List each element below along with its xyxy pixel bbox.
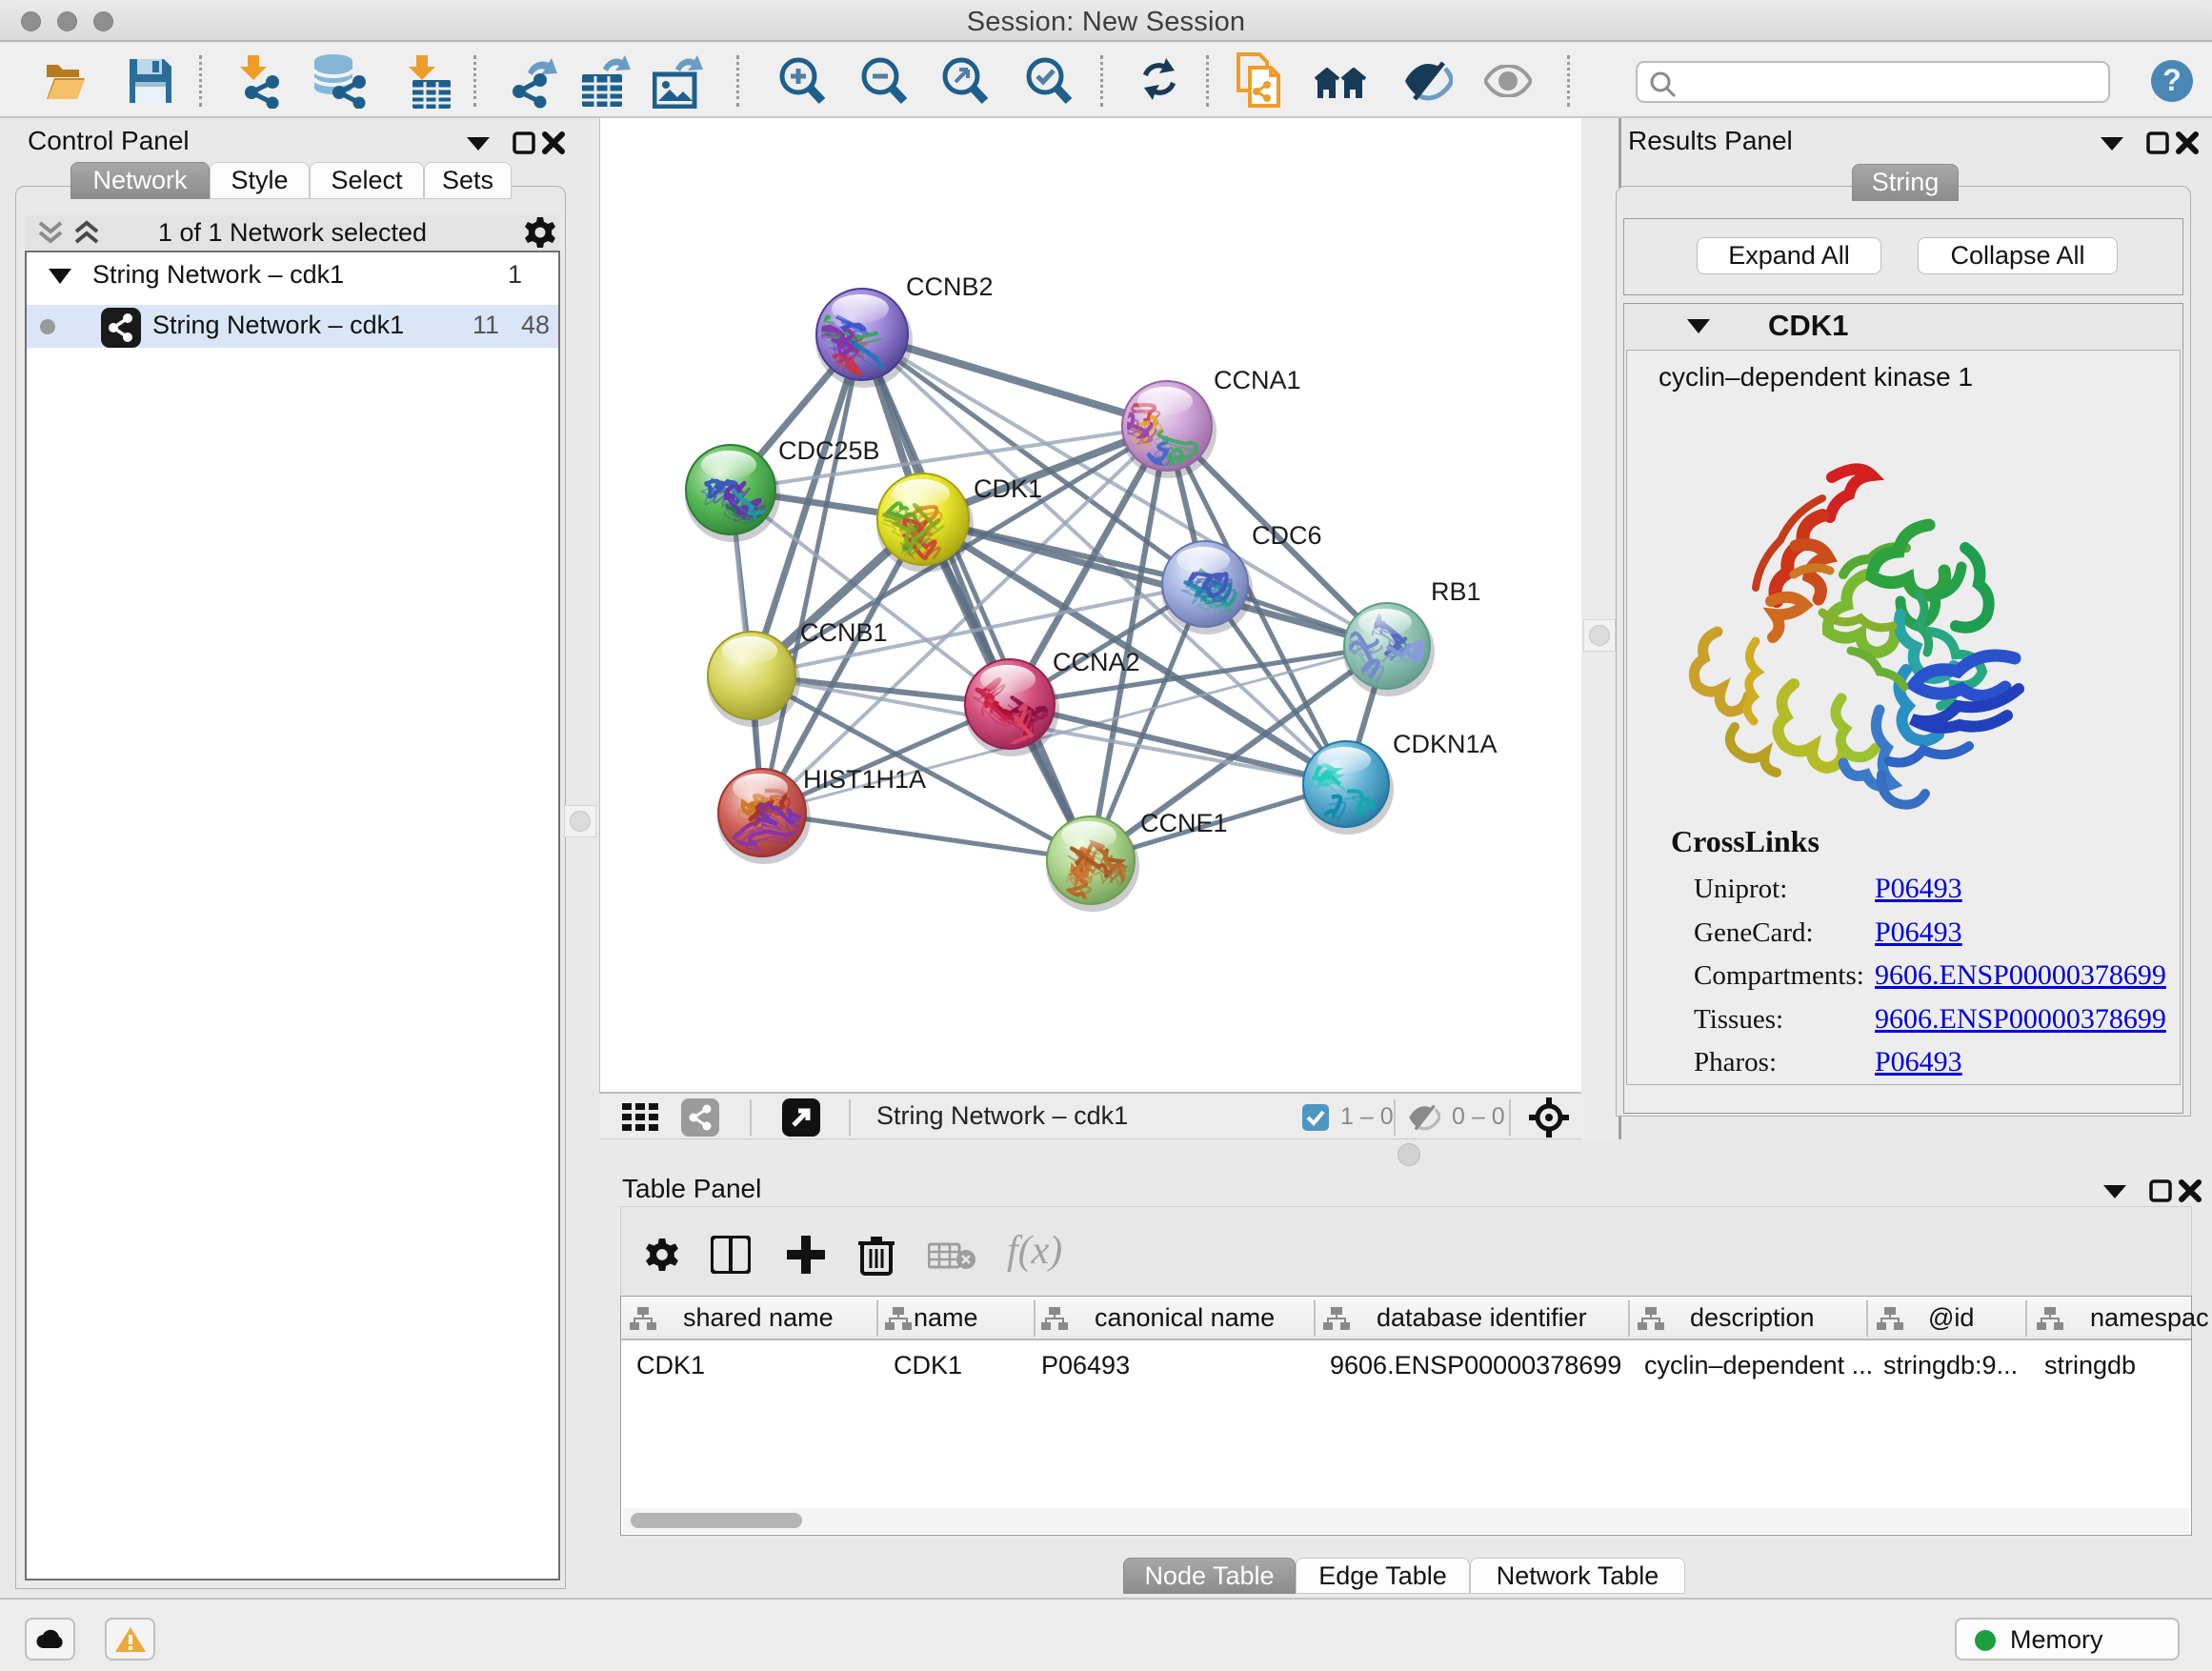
svg-text:CDC25B: CDC25B xyxy=(778,436,880,465)
svg-text:CDK1: CDK1 xyxy=(974,474,1042,503)
svg-text:HIST1H1A: HIST1H1A xyxy=(803,765,926,794)
svg-text:CCNA1: CCNA1 xyxy=(1214,366,1301,394)
svg-text:CDC6: CDC6 xyxy=(1252,521,1322,550)
svg-text:CCNB1: CCNB1 xyxy=(800,618,888,647)
svg-text:CCNA2: CCNA2 xyxy=(1053,648,1140,676)
svg-text:CCNE1: CCNE1 xyxy=(1140,809,1228,837)
svg-text:?: ? xyxy=(2162,63,2182,97)
svg-text:CDKN1A: CDKN1A xyxy=(1393,730,1498,758)
svg-text:RB1: RB1 xyxy=(1431,577,1481,606)
svg-text:CCNB2: CCNB2 xyxy=(906,272,994,301)
